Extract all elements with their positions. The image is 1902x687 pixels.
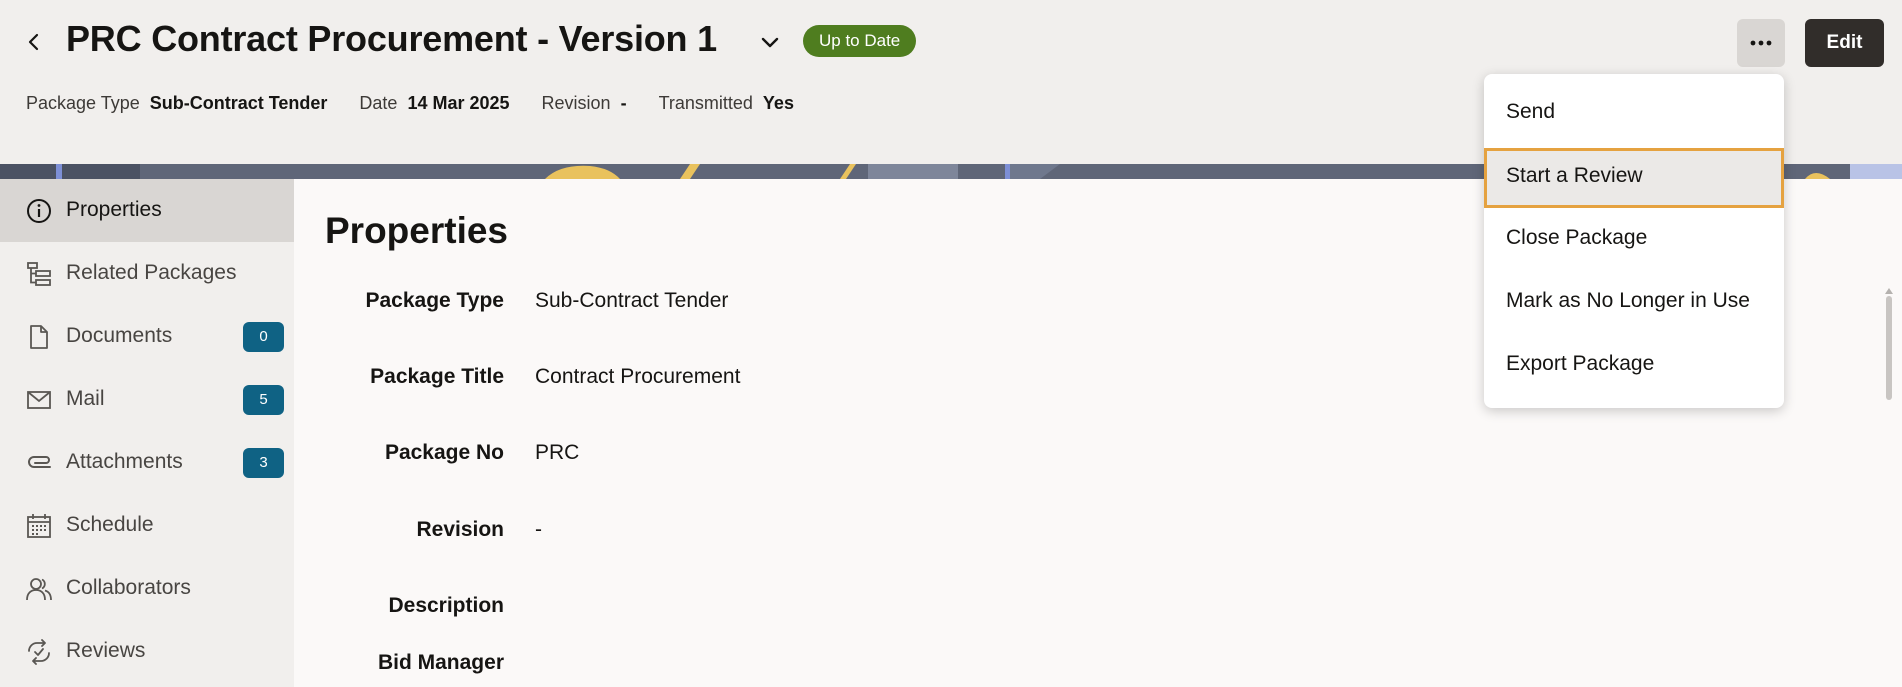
review-icon (28, 639, 50, 665)
sidebar-item-label: Related Packages (66, 261, 237, 284)
meta-value-transmitted: Yes (762, 93, 794, 113)
ellipsis-icon (1750, 40, 1772, 46)
mail-icon (27, 391, 51, 409)
package-meta: Package Type Sub-Contract Tender Date 14… (26, 93, 826, 114)
sidebar-item-related-packages[interactable]: Related Packages (0, 242, 294, 305)
attachments-count-badge: 3 (243, 448, 284, 478)
scroll-up-arrow-icon[interactable] (1885, 288, 1893, 294)
field-label-revision: Revision (416, 518, 504, 541)
menu-item-start-review[interactable]: Start a Review (1484, 148, 1784, 208)
field-label-package-title: Package Title (370, 365, 504, 388)
sidebar-item-label: Attachments (66, 450, 183, 473)
more-actions-button[interactable] (1737, 19, 1785, 67)
chevron-left-icon (28, 33, 39, 51)
meta-label-package-type: Package Type (26, 93, 140, 113)
field-label-description: Description (388, 594, 504, 617)
hierarchy-icon (27, 262, 51, 286)
meta-label-date: Date (359, 93, 398, 113)
mail-count-badge: 5 (243, 385, 284, 415)
field-label-package-no: Package No (384, 441, 504, 464)
sidebar-item-label: Schedule (66, 513, 154, 536)
menu-item-label: Send (1506, 100, 1556, 123)
sidebar-item-mail[interactable]: Mail 5 (0, 368, 294, 431)
sidebar-item-label: Mail (66, 387, 105, 410)
sidebar-item-properties[interactable]: Properties (0, 179, 294, 242)
document-icon (30, 325, 48, 349)
menu-item-export-package[interactable]: Export Package (1484, 336, 1784, 394)
sidebar-item-label: Documents (66, 324, 173, 347)
sidebar-item-label: Reviews (66, 639, 146, 662)
meta-value-revision: - (620, 93, 627, 113)
edit-button[interactable]: Edit (1805, 19, 1884, 67)
field-value-revision: - (535, 518, 542, 541)
field-value-package-type: Sub-Contract Tender (535, 289, 729, 312)
menu-item-label: Close Package (1506, 226, 1648, 249)
scrollbar-thumb[interactable] (1886, 296, 1892, 400)
sidebar-item-reviews[interactable]: Reviews (0, 620, 294, 683)
field-label-package-type: Package Type (365, 289, 504, 312)
sidebar-item-documents[interactable]: Documents 0 (0, 305, 294, 368)
sidebar-item-collaborators[interactable]: Collaborators (0, 557, 294, 620)
info-icon (27, 199, 51, 223)
menu-item-label: Mark as No Longer in Use (1506, 289, 1750, 312)
paperclip-icon (28, 456, 51, 468)
field-value-package-no: PRC (535, 441, 580, 464)
menu-item-send[interactable]: Send (1484, 84, 1784, 142)
people-icon (26, 578, 52, 601)
sidebar-item-schedule[interactable]: Schedule (0, 494, 294, 557)
menu-item-mark-no-longer-in-use[interactable]: Mark as No Longer in Use (1484, 273, 1784, 331)
sidebar-item-attachments[interactable]: Attachments 3 (0, 431, 294, 494)
section-title: Properties (325, 210, 509, 251)
meta-value-package-type: Sub-Contract Tender (149, 93, 328, 113)
meta-label-revision: Revision (541, 93, 611, 113)
menu-item-label: Export Package (1506, 352, 1655, 375)
field-value-package-title: Contract Procurement (535, 365, 741, 388)
version-dropdown-button[interactable] (756, 28, 784, 56)
sidebar: Properties Related Packages Documents 0 … (0, 179, 294, 687)
chevron-down-icon (761, 37, 779, 48)
field-label-bid-manager: Bid Manager (377, 651, 504, 674)
sidebar-item-label: Collaborators (66, 576, 191, 599)
back-button[interactable] (20, 28, 48, 56)
more-actions-menu: Send Start a Review Close Package Mark a… (1484, 74, 1784, 408)
page-title: PRC Contract Procurement - Version 1 (66, 18, 717, 59)
menu-item-close-package[interactable]: Close Package (1484, 210, 1784, 268)
documents-count-badge: 0 (243, 322, 284, 352)
meta-value-date: 14 Mar 2025 (407, 93, 510, 113)
meta-label-transmitted: Transmitted (658, 93, 753, 113)
calendar-icon (27, 514, 51, 538)
menu-item-label: Start a Review (1506, 164, 1643, 187)
sidebar-item-label: Properties (66, 198, 162, 221)
status-badge: Up to Date (803, 25, 917, 57)
